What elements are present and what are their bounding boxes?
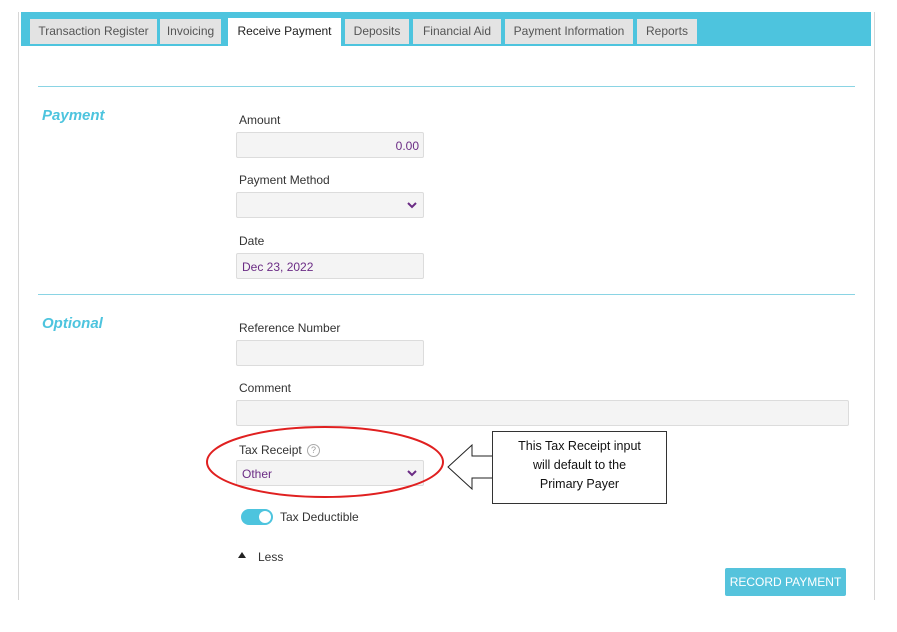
tax-receipt-value: Other [242,467,273,481]
section-divider [38,86,855,87]
reference-number-label: Reference Number [239,321,341,335]
optional-section-title: Optional [42,315,103,332]
tab-deposits[interactable]: Deposits [345,19,409,44]
toggle-knob [259,511,271,523]
tab-bar: Transaction Register Invoicing Receive P… [21,12,871,46]
frame-left-border [18,12,19,600]
amount-label: Amount [239,113,281,127]
section-divider [38,294,855,295]
payment-section-title: Payment [42,107,105,124]
tab-financial-aid[interactable]: Financial Aid [413,19,501,44]
callout-line-3: Primary Payer [539,477,620,491]
chevron-down-icon [407,202,417,209]
annotation-overlay [206,426,494,498]
tax-deductible-label: Tax Deductible [280,510,359,524]
amount-input[interactable]: 0.00 [236,132,424,158]
chevron-down-icon [407,470,417,477]
payment-method-label: Payment Method [239,173,330,187]
tab-receive-payment[interactable]: Receive Payment [228,18,341,46]
date-input[interactable]: Dec 23, 2022 [236,253,424,279]
date-value: Dec 23, 2022 [242,260,314,274]
annotation-callout: This Tax Receipt input will default to t… [492,431,667,504]
record-payment-button[interactable]: RECORD PAYMENT [725,568,846,596]
amount-value: 0.00 [395,139,419,153]
tax-receipt-select[interactable]: Other [236,460,424,486]
tab-transaction-register[interactable]: Transaction Register [30,19,157,44]
payment-method-select[interactable] [236,192,424,218]
arrow-left-icon [447,443,494,491]
frame-right-border [874,12,875,600]
help-icon[interactable]: ? [307,444,320,457]
tax-receipt-label: Tax Receipt [239,443,302,457]
reference-number-input[interactable] [236,340,424,366]
date-label: Date [239,234,265,248]
tab-payment-information[interactable]: Payment Information [505,19,633,44]
comment-label: Comment [239,381,292,395]
tab-invoicing[interactable]: Invoicing [160,19,221,44]
tax-deductible-toggle[interactable] [241,509,273,525]
callout-line-2: will default to the [532,458,627,472]
less-link[interactable]: Less [258,550,283,564]
comment-input[interactable] [236,400,849,426]
callout-line-1: This Tax Receipt input [518,439,641,453]
caret-up-icon[interactable] [238,552,246,558]
tab-reports[interactable]: Reports [637,19,697,44]
